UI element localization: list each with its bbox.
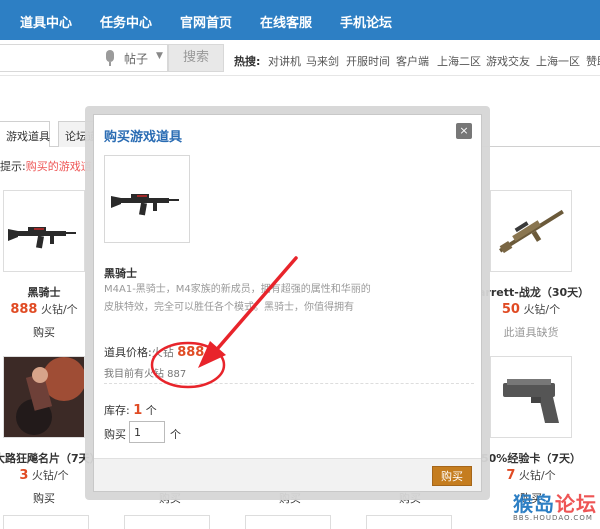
item-price: 888 火钻/个: [10, 302, 78, 317]
name-card-image: [4, 357, 84, 437]
quantity-input[interactable]: [129, 421, 165, 443]
item-card-partial: [245, 515, 331, 529]
dialog-title: 购买游戏道具: [104, 130, 183, 145]
buy-item-dialog: 购买游戏道具 × 黑骑士 M4A1-黑骑士，M4家族的新成员，拥有超强的属性和华…: [93, 114, 482, 492]
search-button[interactable]: 搜索: [168, 44, 224, 72]
hot-search-label: 热搜:: [234, 55, 261, 68]
item-card-partial: [366, 515, 452, 529]
quantity-label: 购买: [104, 428, 126, 441]
nav-item-task-center[interactable]: 任务中心: [100, 12, 152, 31]
search-scope-select[interactable]: 帖子: [124, 50, 148, 67]
microphone-icon[interactable]: [106, 50, 114, 66]
item-card-partial: [3, 515, 89, 529]
item-name: 大路狂飚名片（7天）: [0, 452, 101, 465]
buy-link[interactable]: 购买: [3, 324, 85, 340]
hot-link[interactable]: 游戏交友: [486, 53, 530, 69]
hot-link[interactable]: 上海一区: [536, 53, 580, 69]
chevron-down-icon[interactable]: ▼: [156, 51, 163, 61]
hot-link[interactable]: 马来剑: [306, 53, 339, 69]
hot-link[interactable]: 上海二区: [437, 53, 481, 69]
rifle-icon: [8, 227, 76, 249]
tab-game-props[interactable]: 游戏道具: [0, 121, 50, 147]
nav-item-mobile-forum[interactable]: 手机论坛: [340, 12, 392, 31]
item-price: 7 火钻/个: [506, 468, 556, 483]
hot-link[interactable]: 开服时间: [346, 53, 390, 69]
nav-item-props-center[interactable]: 道具中心: [20, 12, 72, 31]
close-icon[interactable]: ×: [456, 123, 472, 139]
hot-link[interactable]: 客户端: [396, 53, 429, 69]
dialog-footer: 购买: [94, 458, 481, 491]
sniper-rifle-icon: [499, 209, 564, 254]
dialog-stock: 库存: 1 个: [104, 403, 157, 418]
item-price: 50 火钻/个: [501, 302, 561, 317]
divider: [104, 383, 474, 384]
item-image-exp-card[interactable]: [490, 356, 572, 438]
buy-link[interactable]: 购买: [3, 490, 85, 506]
item-name: 50%经验卡（7天）: [481, 452, 581, 465]
dialog-item-image: [104, 155, 190, 243]
item-name: arrett-战龙（30天）: [478, 286, 590, 299]
dialog-item-price: 道具价格:火钻 888: [104, 345, 205, 360]
item-image-name-card[interactable]: [3, 356, 85, 438]
nav-item-official-home[interactable]: 官网首页: [180, 12, 232, 31]
quantity-unit: 个: [170, 428, 181, 441]
pistol-icon: [503, 379, 559, 423]
buy-button[interactable]: 购买: [432, 466, 472, 486]
rifle-icon: [105, 156, 189, 242]
item-name: 黑骑士: [27, 286, 61, 299]
search-bar: 帖子 ▼ 搜索 热搜: 对讲机 马来剑 开服时间 客户端 上海二区 游戏交友 上…: [0, 40, 600, 76]
top-nav: 道具中心 任务中心 官网首页 在线客服 手机论坛: [0, 0, 600, 40]
item-image-black-knight[interactable]: [3, 190, 85, 272]
site-watermark: 猴岛论坛 BBS.HOUDAO.COM: [513, 492, 597, 522]
dialog-item-name: 黑骑士: [104, 267, 137, 280]
purchase-tip: 提示:购买的游戏道: [0, 160, 92, 173]
dialog-owned-balance: 我目前有火钻 887: [104, 369, 187, 380]
out-of-stock-label: 此道具缺货: [503, 326, 559, 339]
nav-item-online-service[interactable]: 在线客服: [260, 12, 312, 31]
dialog-item-description: M4A1-黑骑士，M4家族的新成员，拥有超强的属性和华丽的皮肤特效，完全可以胜任…: [104, 284, 371, 313]
hot-link[interactable]: 赞助: [586, 53, 600, 69]
item-image-barrett[interactable]: [490, 190, 572, 272]
item-card-partial: [124, 515, 210, 529]
hot-link[interactable]: 对讲机: [268, 53, 301, 69]
item-price: 3 火钻/个: [19, 468, 69, 483]
